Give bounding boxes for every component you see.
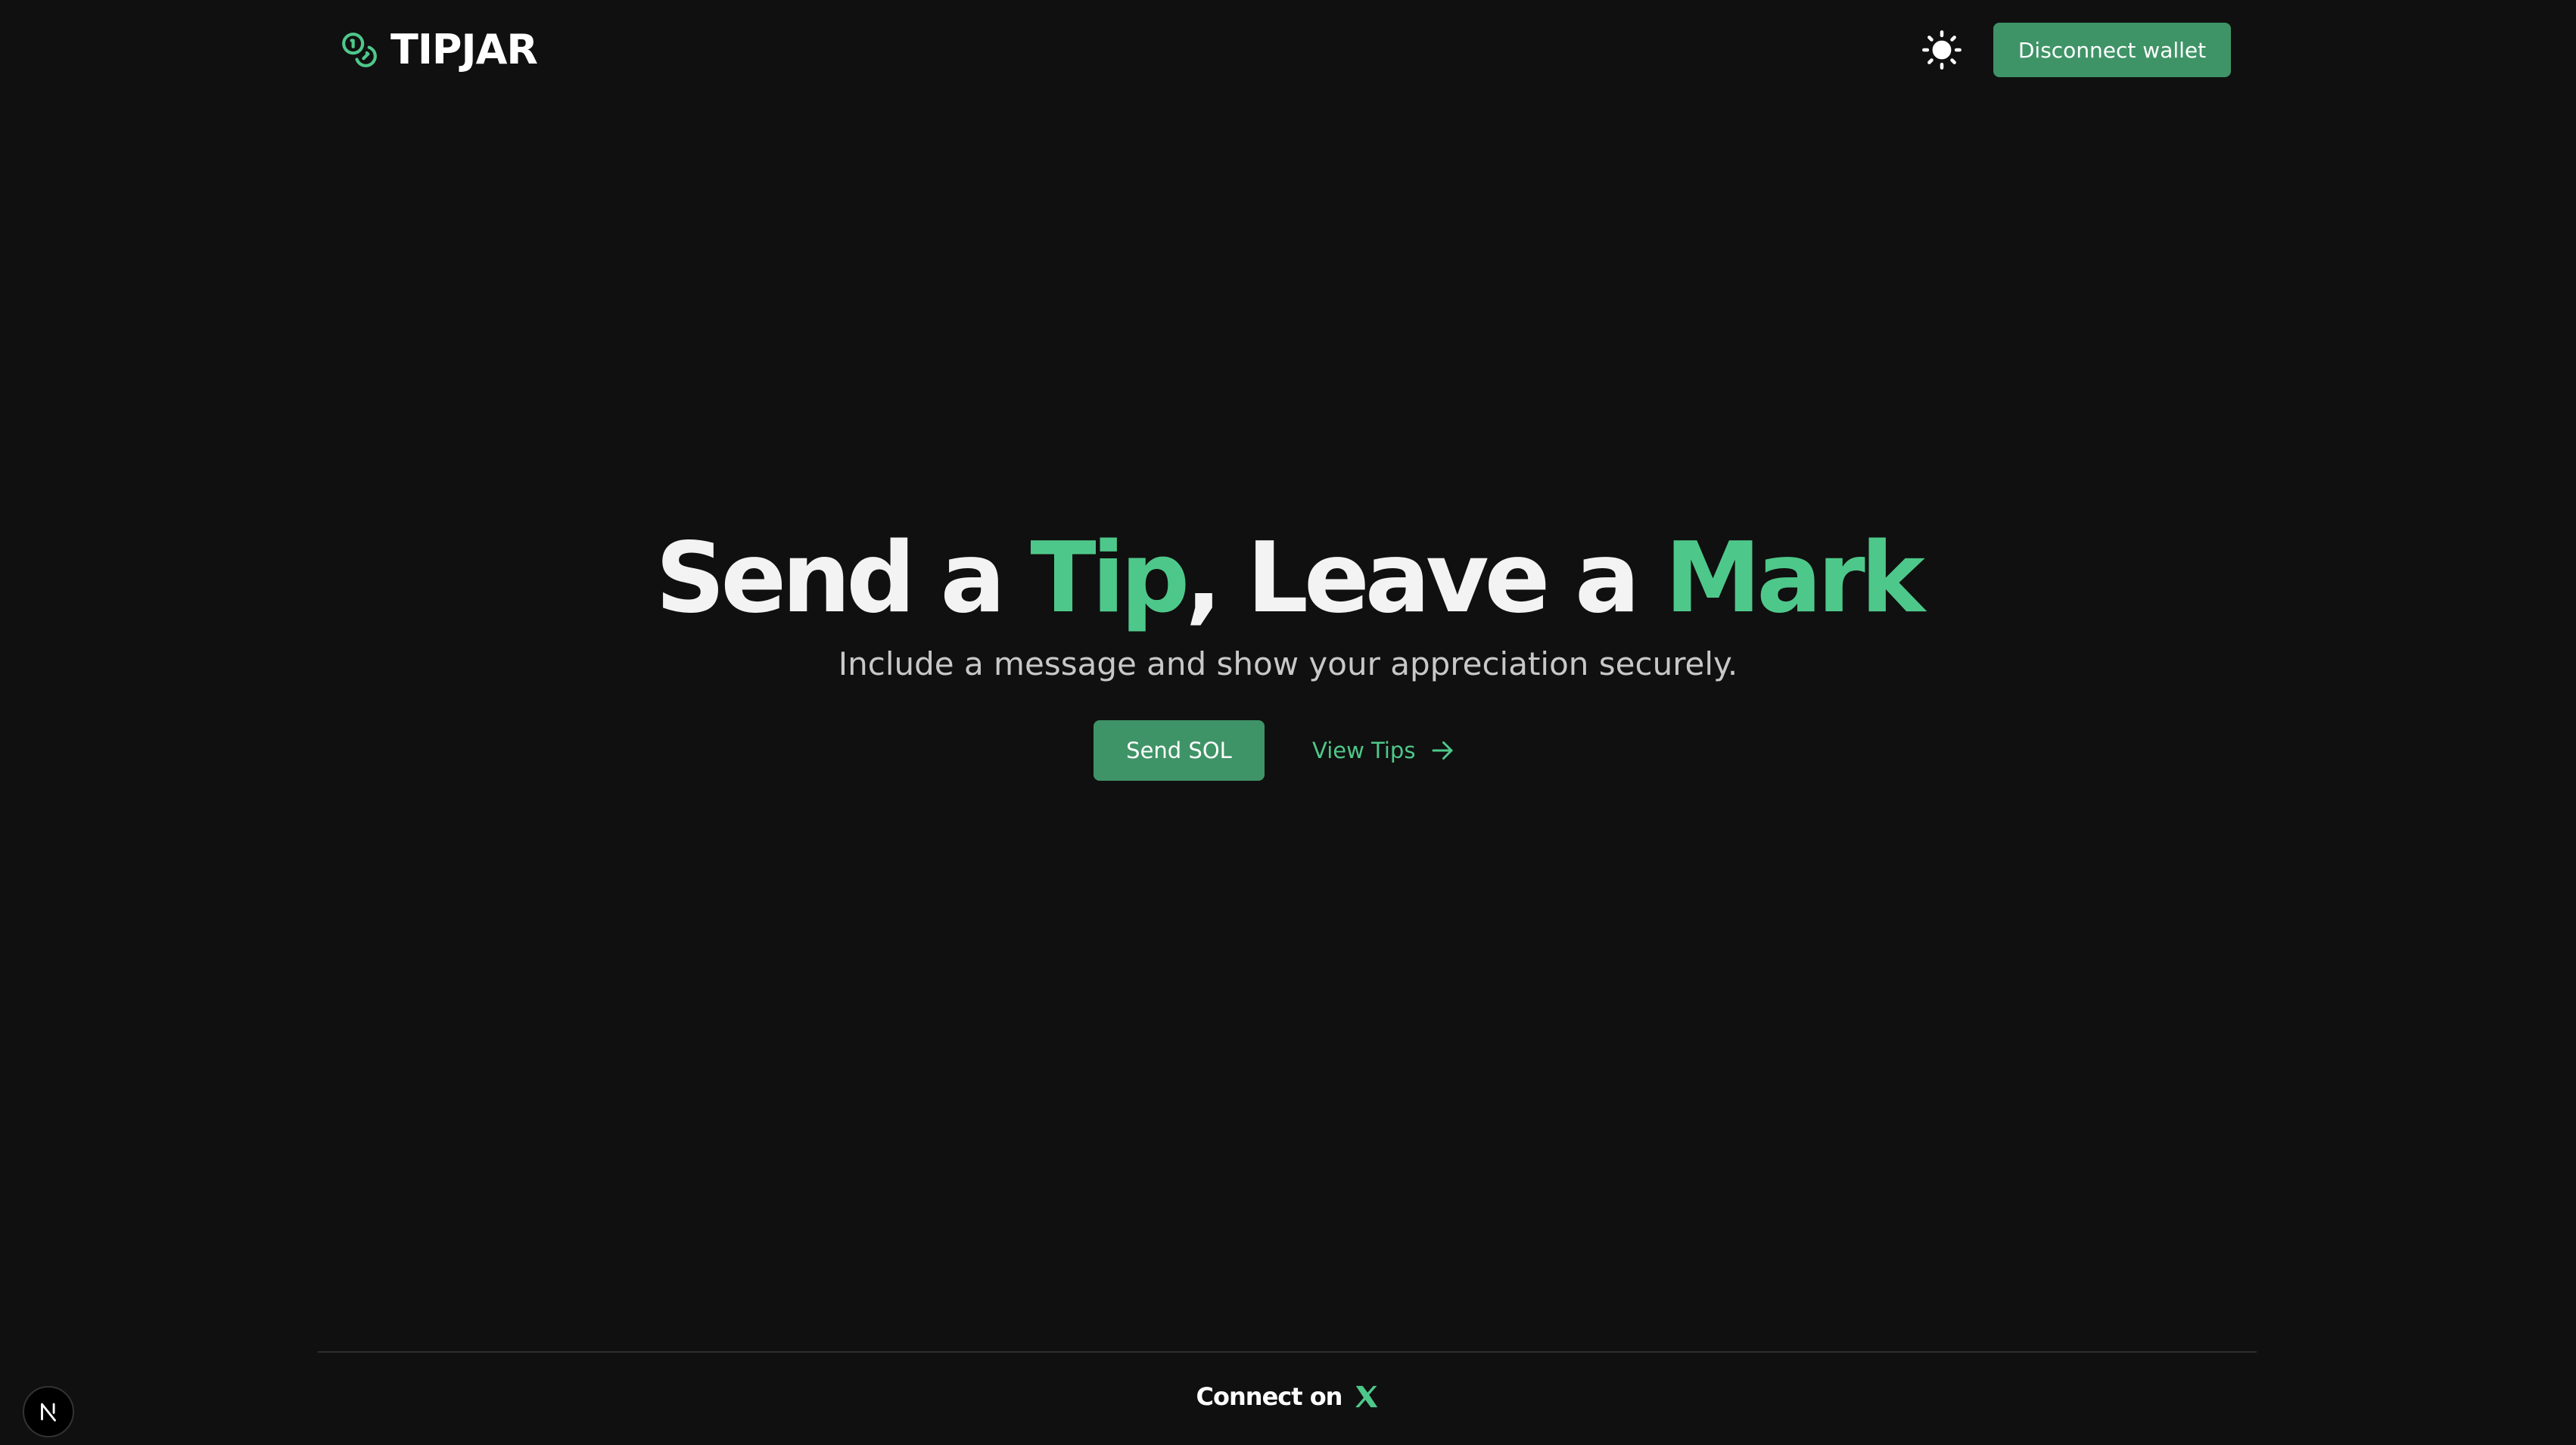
send-sol-button[interactable]: Send SOL [1094,720,1265,781]
connect-on-x-link[interactable]: Connect on [0,1374,2576,1419]
hero-title: Send a Tip, Leave a Mark [0,522,2576,635]
logo-text: TIPJAR [390,26,538,73]
view-tips-label: View Tips [1312,738,1416,763]
nextjs-logo-icon [36,1399,61,1425]
theme-toggle-button[interactable] [1921,29,1963,71]
connect-label: Connect on [1196,1382,1343,1411]
logo[interactable]: TIPJAR [341,26,538,73]
page: TIPJAR Disconnect wallet Send a Tip, Lea… [0,0,2576,1445]
hero-title-accent-mark: Mark [1664,522,1925,635]
coins-icon [341,31,378,69]
footer-divider [318,1351,2257,1353]
hero-title-part-3: , Leave a [1185,522,1665,635]
nextjs-dev-badge[interactable] [23,1386,74,1437]
x-logo-icon [1354,1384,1380,1409]
sun-icon [1921,30,1962,70]
hero-title-accent-tip: Tip [1030,522,1190,635]
disconnect-wallet-button[interactable]: Disconnect wallet [1993,23,2231,77]
view-tips-link[interactable]: View Tips [1312,720,1456,781]
hero-subtitle: Include a message and show your apprecia… [838,645,1738,682]
hero-title-part-1: Send a [655,522,1031,635]
arrow-right-icon [1429,737,1456,764]
